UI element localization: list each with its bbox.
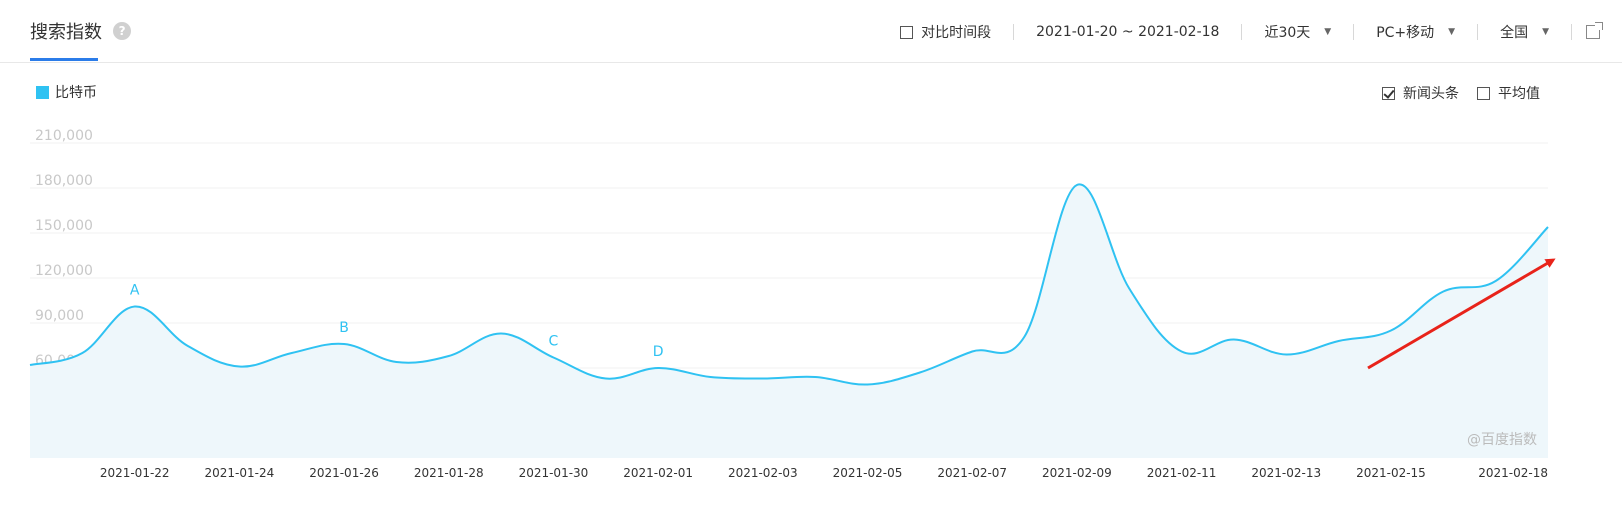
annotation-marker[interactable]: B [339, 320, 349, 336]
y-tick-label: 120,000 [35, 263, 93, 279]
watermark: @百度指数 [1467, 432, 1537, 448]
x-tick-label: 2021-01-22 [100, 466, 170, 480]
annotation-marker[interactable]: D [653, 344, 664, 360]
x-tick-label: 2021-02-01 [623, 466, 693, 480]
x-tick-label: 2021-02-05 [833, 466, 903, 480]
x-tick-label: 2021-02-09 [1042, 466, 1112, 480]
annotation-marker[interactable]: A [130, 283, 140, 299]
y-tick-label: 90,000 [35, 308, 84, 324]
x-tick-label: 2021-02-07 [937, 466, 1007, 480]
x-tick-label: 2021-02-18 [1478, 466, 1548, 480]
x-tick-label: 2021-02-11 [1147, 466, 1217, 480]
search-index-chart[interactable]: 30,00060,00090,000120,000150,000180,0002… [0, 0, 1622, 508]
x-tick-label: 2021-02-03 [728, 466, 798, 480]
x-tick-label: 2021-01-28 [414, 466, 484, 480]
x-tick-label: 2021-01-30 [519, 466, 589, 480]
annotation-marker[interactable]: C [549, 334, 559, 350]
y-tick-label: 150,000 [35, 218, 93, 234]
x-axis: 2021-01-22 2021-01-24 2021-01-26 2021-01-28… [100, 466, 1548, 480]
x-tick-label: 2021-02-15 [1356, 466, 1426, 480]
x-tick-label: 2021-01-26 [309, 466, 379, 480]
y-tick-label: 210,000 [35, 128, 93, 144]
x-tick-label: 2021-02-13 [1251, 466, 1321, 480]
x-tick-label: 2021-01-24 [205, 466, 275, 480]
y-tick-label: 180,000 [35, 173, 93, 189]
